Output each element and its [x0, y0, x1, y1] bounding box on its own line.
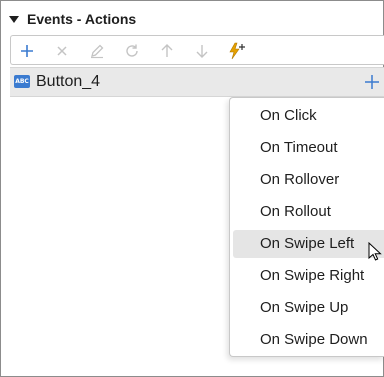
plus-icon: [365, 75, 379, 89]
events-actions-panel: Events - Actions ABC Button_4 On Click O…: [0, 0, 384, 377]
close-icon: [57, 46, 67, 56]
refresh-icon: [126, 44, 138, 57]
plus-icon: [21, 45, 33, 57]
menu-item-on-swipe-down[interactable]: On Swipe Down: [233, 326, 384, 354]
menu-item-on-swipe-up[interactable]: On Swipe Up: [233, 294, 384, 322]
menu-item-on-timeout[interactable]: On Timeout: [233, 134, 384, 162]
move-down-button[interactable]: [191, 40, 213, 62]
section-header[interactable]: Events - Actions: [7, 9, 136, 29]
actions-toolbar: [10, 35, 384, 65]
edit-button[interactable]: [86, 40, 108, 62]
arrow-down-icon: [196, 45, 208, 58]
add-button[interactable]: [16, 40, 38, 62]
row-label: Button_4: [36, 73, 101, 90]
lightning-plus-icon: [229, 42, 245, 60]
mouse-cursor-icon: [368, 242, 382, 261]
menu-item-on-swipe-right[interactable]: On Swipe Right: [233, 262, 384, 290]
menu-item-on-click[interactable]: On Click: [233, 102, 384, 130]
pencil-icon: [91, 44, 104, 59]
menu-item-on-rollover[interactable]: On Rollover: [233, 166, 384, 194]
menu-item-on-rollout[interactable]: On Rollout: [233, 198, 384, 226]
move-up-button[interactable]: [156, 40, 178, 62]
add-event-button[interactable]: [226, 40, 248, 62]
delete-button[interactable]: [51, 40, 73, 62]
event-row-button-4[interactable]: ABC Button_4: [10, 67, 384, 97]
button-widget-icon: ABC: [14, 75, 30, 88]
arrow-up-icon: [161, 44, 173, 57]
menu-item-on-swipe-left[interactable]: On Swipe Left: [233, 230, 384, 258]
refresh-button[interactable]: [121, 40, 143, 62]
section-title: Events - Actions: [27, 11, 137, 27]
add-event-row-button[interactable]: [363, 73, 381, 91]
event-dropdown-menu: On Click On Timeout On Rollover On Rollo…: [229, 97, 384, 357]
collapse-triangle-icon[interactable]: [9, 15, 19, 23]
